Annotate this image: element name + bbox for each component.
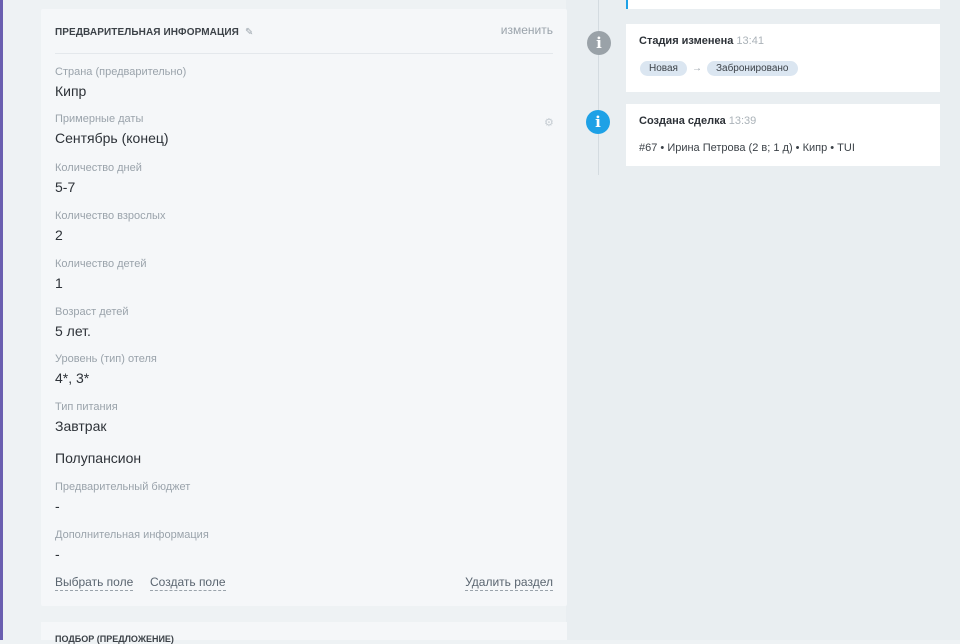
card-title-text: ПРЕДВАРИТЕЛЬНАЯ ИНФОРМАЦИЯ	[55, 27, 239, 38]
field-value: 4*, 3*	[55, 370, 90, 386]
field-label: Страна (предварительно)	[55, 66, 187, 78]
info-icon: i	[587, 31, 611, 55]
info-icon: i	[586, 110, 610, 134]
field-children-age[interactable]: Возраст детей 5 лет.	[55, 306, 535, 340]
field-value: 5 лет.	[55, 323, 91, 339]
field-dates[interactable]: Примерные даты Сентябрь (конец)	[55, 113, 535, 147]
create-field-link[interactable]: Создать поле	[150, 575, 226, 591]
field-value: 5-7	[55, 179, 76, 195]
field-value: -	[55, 546, 60, 562]
preliminary-info-card: ПРЕДВАРИТЕЛЬНАЯ ИНФОРМАЦИЯ ✎ изменить ⚙ С…	[41, 9, 567, 606]
choose-field-link[interactable]: Выбрать поле	[55, 575, 134, 591]
field-value-2: Полупансион	[55, 450, 142, 466]
timeline-column	[566, 0, 960, 640]
field-children[interactable]: Количество детей 1	[55, 258, 535, 292]
left-edge	[3, 0, 19, 640]
pencil-icon[interactable]: ✎	[245, 27, 253, 38]
timeline-line	[598, 0, 599, 175]
edit-button[interactable]: изменить	[501, 23, 553, 37]
event-description[interactable]: #67 • Ирина Петрова (2 в; 1 д) • Кипр • …	[639, 142, 855, 154]
event-time: 13:39	[728, 115, 757, 127]
stage-pill-from: Новая	[640, 61, 687, 76]
field-adults[interactable]: Количество взрослых 2	[55, 210, 535, 244]
field-value: 2	[55, 227, 63, 243]
field-value: -	[55, 498, 60, 514]
field-label: Тип питания	[55, 401, 118, 413]
field-label: Примерные даты	[55, 113, 144, 125]
event-time: 13:41	[736, 35, 764, 47]
field-value: Сентябрь (конец)	[55, 130, 169, 146]
field-value: Завтрак	[55, 418, 107, 434]
field-days[interactable]: Количество дней 5-7	[55, 162, 535, 196]
field-additional-info[interactable]: Дополнительная информация -	[55, 529, 535, 563]
timeline-event-deal-created: Создана сделка 13:39 #67 • Ирина Петрова …	[626, 104, 940, 166]
card-title: ПОДБОР (ПРЕДЛОЖЕНИЕ)	[55, 634, 174, 644]
field-label: Уровень (тип) отеля	[55, 353, 157, 365]
field-label: Количество взрослых	[55, 210, 166, 222]
field-country[interactable]: Страна (предварительно) Кипр	[55, 66, 535, 100]
field-meal-type[interactable]: Тип питания Завтрак Полупансион	[55, 401, 535, 467]
field-value: Кипр	[55, 83, 87, 99]
field-label: Предварительный бюджет	[55, 481, 191, 493]
field-budget[interactable]: Предварительный бюджет -	[55, 481, 535, 515]
field-label: Дополнительная информация	[55, 529, 209, 541]
field-value: 1	[55, 275, 63, 291]
field-hotel-level[interactable]: Уровень (тип) отеля 4*, 3*	[55, 353, 535, 387]
field-label: Возраст детей	[55, 306, 129, 318]
selection-card: ПОДБОР (ПРЕДЛОЖЕНИЕ)	[41, 622, 567, 644]
stage-transition: Новая → Забронировано	[640, 61, 798, 76]
event-title: Создана сделка 13:39	[639, 115, 756, 127]
field-label: Количество дней	[55, 162, 142, 174]
arrow-right-icon: →	[691, 63, 702, 74]
event-title-text: Стадия изменена	[639, 35, 734, 47]
event-title: Стадия изменена 13:41	[639, 35, 764, 47]
field-label: Количество детей	[55, 258, 147, 270]
timeline-item-previous	[626, 0, 940, 9]
gear-icon[interactable]: ⚙	[544, 116, 554, 129]
card-title: ПРЕДВАРИТЕЛЬНАЯ ИНФОРМАЦИЯ ✎	[55, 27, 253, 38]
delete-section-link[interactable]: Удалить раздел	[465, 575, 553, 591]
event-title-text: Создана сделка	[639, 115, 726, 127]
stage-pill-to: Забронировано	[706, 61, 798, 76]
card-header: ПРЕДВАРИТЕЛЬНАЯ ИНФОРМАЦИЯ ✎ изменить	[55, 9, 553, 54]
timeline-event-stage-changed: Стадия изменена 13:41 Новая → Забронировано	[626, 24, 940, 92]
